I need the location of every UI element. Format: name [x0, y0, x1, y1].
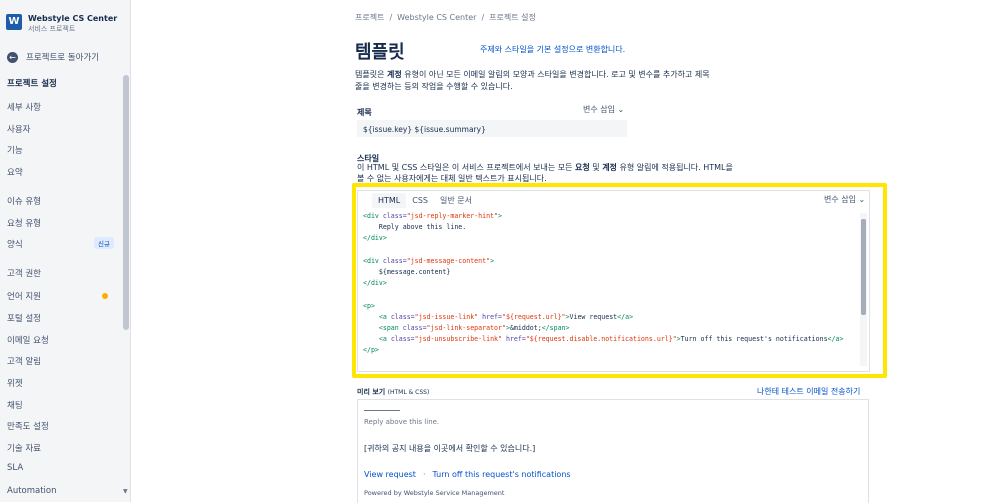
sidebar-item[interactable]: SLA — [0, 459, 122, 479]
sidebar-item-label: 포털 설정 — [7, 312, 41, 324]
sidebar-item-label: SLA — [7, 463, 23, 473]
project-sidebar: W Webstyle CS Center 서비스 프로젝트 ← 프로젝트로 돌아… — [0, 0, 131, 502]
sidebar-item-label: 양식 — [7, 238, 23, 250]
yellow-highlight-box — [352, 183, 887, 378]
sidebar-item-label: 이메일 요청 — [7, 334, 49, 346]
chevron-down-icon: ⌄ — [618, 105, 625, 114]
sidebar-item-label: 고객 알림 — [7, 355, 41, 367]
sidebar-item[interactable]: 고객 알림 — [0, 351, 122, 371]
sidebar-item[interactable]: 프로젝트 설정 — [0, 73, 122, 93]
sidebar-item[interactable]: 언어 지원 — [0, 286, 122, 306]
sidebar-item[interactable]: 사용자 — [0, 119, 122, 139]
preview-label: 미리 보기 (HTML & CSS) — [357, 387, 429, 397]
subject-insert-variable-dropdown[interactable]: 변수 삽입 ⌄ — [583, 104, 624, 115]
sidebar-item[interactable]: 양식 신규 — [0, 234, 122, 254]
sidebar-item-label: 요약 — [7, 166, 23, 178]
sidebar-item-label: 채팅 — [7, 399, 23, 411]
preview-reply-hint: Reply above this line. — [364, 418, 439, 426]
sidebar-item-label: 사용자 — [7, 123, 30, 135]
breadcrumb-projects[interactable]: 프로젝트 — [355, 13, 384, 22]
sidebar-item-label: 만족도 설정 — [7, 420, 49, 432]
view-request-link[interactable]: View request — [364, 470, 416, 479]
back-label: 프로젝트로 돌아가기 — [26, 51, 99, 63]
main-content: 프로젝트/Webstyle CS Center/프로젝트 설정 템플릿 주제와 … — [131, 0, 999, 502]
send-test-email-link[interactable]: 나한테 테스트 이메일 전송하기 — [757, 386, 860, 397]
sidebar-scrollbar[interactable] — [123, 75, 129, 330]
scroll-down-icon[interactable]: ▼ — [123, 488, 128, 495]
sidebar-item[interactable]: 채팅 — [0, 395, 122, 415]
sidebar-item[interactable]: 요청 유형 — [0, 213, 122, 233]
arrow-left-icon: ← — [7, 52, 18, 63]
sidebar-item-label: 요청 유형 — [7, 217, 41, 229]
breadcrumb: 프로젝트/Webstyle CS Center/프로젝트 설정 — [355, 12, 536, 23]
sidebar-item-label: 고객 권한 — [7, 267, 41, 279]
preview-links: View request · Turn off this request's not… — [364, 470, 571, 479]
sidebar-item[interactable]: 요약 — [0, 162, 122, 182]
project-header[interactable]: W Webstyle CS Center 서비스 프로젝트 — [6, 14, 117, 34]
sidebar-item[interactable]: Automation — [0, 482, 122, 502]
email-preview: Reply above this line. [귀하의 공지 내용을 이곳에서 … — [357, 399, 869, 503]
sidebar-item-label: 위젯 — [7, 377, 23, 389]
project-logo: W — [6, 14, 22, 30]
powered-by-text: Powered by Webstyle Service Management — [364, 489, 504, 497]
project-name: Webstyle CS Center — [28, 14, 117, 24]
sidebar-item[interactable]: 기능 — [0, 140, 122, 160]
preview-notice: [귀하의 공지 내용을 이곳에서 확인할 수 있습니다.] — [364, 443, 535, 454]
reply-marker-divider — [364, 410, 400, 411]
breadcrumb-project[interactable]: Webstyle CS Center — [397, 13, 476, 22]
sidebar-item-label: Automation — [7, 486, 57, 496]
back-to-project-button[interactable]: ← 프로젝트로 돌아가기 — [7, 51, 99, 63]
sidebar-item-label: 프로젝트 설정 — [7, 77, 57, 89]
style-description: 이 HTML 및 CSS 스타일은 이 서비스 프로젝트에서 보내는 모든 요청… — [357, 163, 737, 184]
breadcrumb-settings[interactable]: 프로젝트 설정 — [489, 13, 536, 22]
sidebar-item-label: 언어 지원 — [7, 290, 41, 302]
subject-input[interactable]: ${issue.key} ${issue.summary} — [357, 120, 627, 137]
sidebar-item[interactable]: 세부 사항 — [0, 97, 122, 117]
sidebar-item[interactable]: 위젯 — [0, 373, 122, 393]
page-title: 템플릿 — [355, 38, 405, 64]
sidebar-item-label: 세부 사항 — [7, 101, 41, 113]
notification-dot-icon — [102, 293, 108, 299]
new-badge: 신규 — [94, 237, 114, 249]
link-separator: · — [423, 470, 426, 479]
sidebar-item[interactable]: 만족도 설정 — [0, 416, 122, 436]
reset-defaults-link[interactable]: 주제와 스타일을 기본 설정으로 변환합니다. — [480, 44, 625, 55]
sidebar-item-label: 이슈 유형 — [7, 195, 41, 207]
turn-off-notifications-link[interactable]: Turn off this request's notifications — [432, 470, 570, 479]
sidebar-item[interactable]: 기술 자료 — [0, 438, 122, 458]
sidebar-item-label: 기술 자료 — [7, 442, 41, 454]
sidebar-item[interactable]: 포털 설정 — [0, 308, 122, 328]
project-type: 서비스 프로젝트 — [28, 24, 117, 34]
sidebar-item[interactable]: 이슈 유형 — [0, 191, 122, 211]
page-description: 템플릿은 계정 유형이 아닌 모든 이메일 알림의 모양과 스타일을 변경합니다… — [355, 69, 715, 93]
sidebar-item[interactable]: 이메일 요청 — [0, 330, 122, 350]
sidebar-item-label: 기능 — [7, 144, 23, 156]
sidebar-item[interactable]: 고객 권한 — [0, 263, 122, 283]
subject-label: 제목 — [357, 107, 372, 118]
